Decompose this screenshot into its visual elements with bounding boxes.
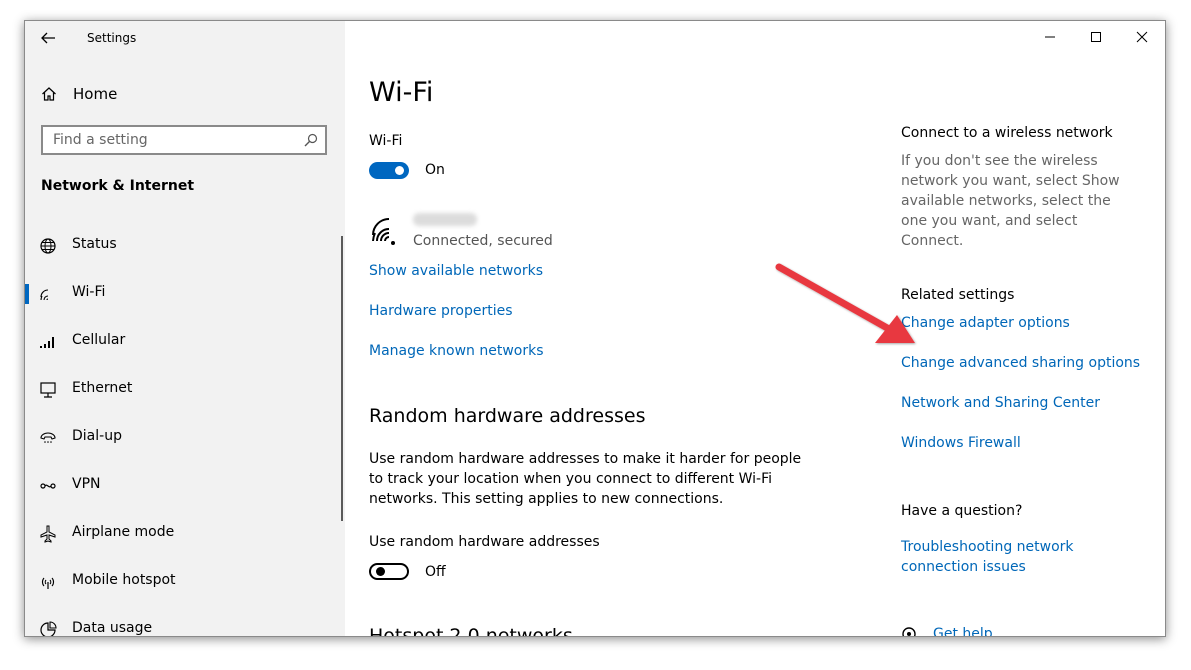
nav-item-label: Ethernet <box>72 380 133 396</box>
show-available-networks-link[interactable]: Show available networks <box>369 263 543 279</box>
random-hw-toggle-label: Use random hardware addresses <box>369 534 600 550</box>
wifi-signal-icon <box>372 218 395 245</box>
back-arrow-icon[interactable] <box>39 29 57 47</box>
toggle-knob <box>376 567 385 576</box>
right-panel: Connect to a wireless network If you don… <box>901 21 1151 636</box>
nav-item-label: Status <box>72 236 117 252</box>
network-status: Connected, secured <box>413 233 553 249</box>
nav-item-ethernet[interactable]: Ethernet <box>25 366 345 414</box>
network-sharing-center-link[interactable]: Network and Sharing Center <box>901 393 1100 413</box>
random-hw-description: Use random hardware addresses to make it… <box>369 451 802 507</box>
page-title: Wi-Fi <box>369 77 434 108</box>
search-box[interactable] <box>41 125 327 155</box>
airplane-icon <box>40 525 56 543</box>
ethernet-icon <box>40 382 56 398</box>
change-advanced-sharing-link[interactable]: Change advanced sharing options <box>901 353 1140 373</box>
nav-item-vpn[interactable]: VPN <box>25 462 345 510</box>
search-input[interactable] <box>43 127 293 153</box>
nav-list: Status Wi-Fi Cellular Ethernet Dial-up V… <box>25 222 345 636</box>
hotspot-icon <box>41 577 55 589</box>
wifi-toggle[interactable] <box>369 162 409 179</box>
settings-window: Settings Home Network & Internet Status … <box>24 20 1166 637</box>
nav-item-label: Mobile hotspot <box>72 572 176 588</box>
globe-icon <box>40 238 56 254</box>
nav-item-airplane-mode[interactable]: Airplane mode <box>25 510 345 558</box>
search-icon[interactable] <box>304 133 318 147</box>
nav-item-label: Wi-Fi <box>72 284 106 300</box>
nav-item-label: VPN <box>72 476 101 492</box>
connect-description: If you don't see the wireless network yo… <box>901 153 1120 249</box>
nav-item-wifi[interactable]: Wi-Fi <box>25 270 345 318</box>
sidebar: Settings Home Network & Internet Status … <box>25 21 345 636</box>
nav-item-label: Data usage <box>72 620 153 636</box>
sidebar-scrollbar[interactable] <box>341 236 343 521</box>
toggle-knob <box>395 166 404 175</box>
section-title: Network & Internet <box>41 178 195 194</box>
main-content: Wi-Fi Wi-Fi On Connected, secured Show a… <box>369 21 869 636</box>
connect-heading: Connect to a wireless network <box>901 125 1113 141</box>
wifi-setting-label: Wi-Fi <box>369 133 403 149</box>
help-icon <box>902 627 916 636</box>
nav-item-mobile-hotspot[interactable]: Mobile hotspot <box>25 558 345 606</box>
nav-item-label: Cellular <box>72 332 126 348</box>
home-icon <box>42 87 56 101</box>
troubleshooting-link[interactable]: Troubleshooting network connection issue… <box>901 537 1091 577</box>
random-hw-toggle[interactable] <box>369 563 409 580</box>
network-name-redacted <box>413 213 477 226</box>
get-help-link[interactable]: Get help <box>933 624 993 636</box>
nav-item-cellular[interactable]: Cellular <box>25 318 345 366</box>
nav-item-data-usage[interactable]: Data usage <box>25 606 345 636</box>
windows-firewall-link[interactable]: Windows Firewall <box>901 433 1021 453</box>
random-hw-toggle-state: Off <box>425 564 446 580</box>
nav-item-label: Dial-up <box>72 428 122 444</box>
nav-item-label: Airplane mode <box>72 524 175 540</box>
wifi-toggle-state: On <box>425 162 445 178</box>
hardware-properties-link[interactable]: Hardware properties <box>369 303 513 319</box>
manage-known-networks-link[interactable]: Manage known networks <box>369 343 544 359</box>
app-title: Settings <box>87 31 137 45</box>
vpn-icon <box>40 483 56 489</box>
related-settings-heading: Related settings <box>901 287 1015 303</box>
hotspot-heading: Hotspot 2.0 networks <box>369 625 573 637</box>
data-usage-icon <box>40 621 57 636</box>
home-nav-item[interactable]: Home <box>41 83 117 105</box>
wifi-icon <box>40 289 49 301</box>
question-heading: Have a question? <box>901 503 1023 519</box>
home-label: Home <box>73 85 118 103</box>
random-hw-heading: Random hardware addresses <box>369 405 646 427</box>
cellular-icon <box>40 337 54 348</box>
dialup-icon <box>40 432 56 443</box>
change-adapter-options-link[interactable]: Change adapter options <box>901 313 1070 333</box>
nav-item-dialup[interactable]: Dial-up <box>25 414 345 462</box>
nav-item-status[interactable]: Status <box>25 222 345 270</box>
